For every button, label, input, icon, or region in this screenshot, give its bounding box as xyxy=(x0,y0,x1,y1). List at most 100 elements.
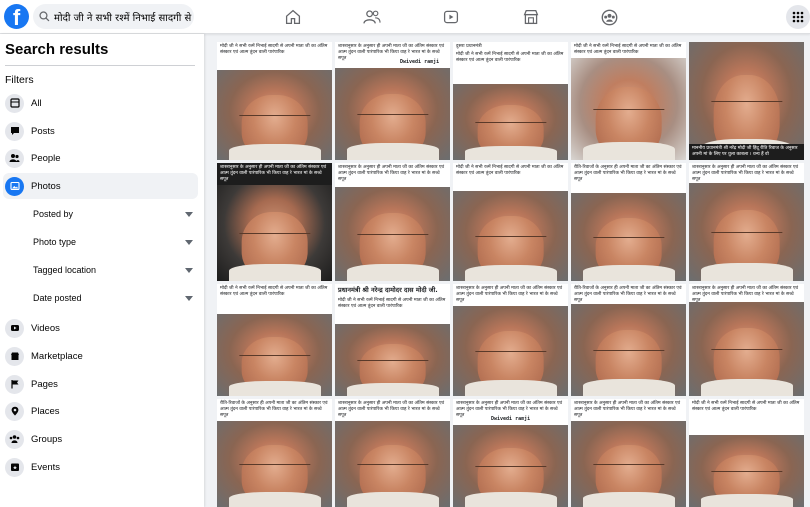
photo-result[interactable]: शास्त्रानुसार के अनुसार ही अपनी माता जी … xyxy=(335,399,450,507)
photo-result[interactable]: शास्त्रानुसार के अनुसार ही अपनी माता जी … xyxy=(453,284,568,396)
filter-label: Posts xyxy=(31,125,55,137)
photo-image xyxy=(335,324,450,396)
filter-places[interactable]: Places xyxy=(3,398,198,424)
marketplace-nav-icon[interactable] xyxy=(520,6,542,28)
photo-result[interactable]: रीति-रिवाजों के अनुसार ही अपनी माता जी क… xyxy=(217,399,332,507)
people-icon xyxy=(5,148,24,168)
photo-result[interactable]: दुसरा प्रधानमंत्री मोदी जी ने सभी रश्में… xyxy=(453,42,568,160)
photo-caption: प्रधानमंत्री श्री नरेन्द्र दामोदर दास मो… xyxy=(335,284,450,296)
friends-icon[interactable] xyxy=(361,6,383,28)
filters-heading: Filters xyxy=(5,74,34,86)
filter-people[interactable]: People xyxy=(3,145,198,171)
home-icon[interactable] xyxy=(282,6,304,28)
photo-result[interactable]: मोदी जी ने सभी रश्में निभाई सादगी से अपन… xyxy=(453,163,568,281)
filter-pages[interactable]: Pages xyxy=(3,371,198,397)
photo-caption: शास्त्रानुसार के अनुसार ही अपनी माता जी … xyxy=(689,163,804,185)
photo-result[interactable]: मोदी जी ने सभी रश्में निभाई सादगी से अपन… xyxy=(571,42,686,160)
photo-caption: शास्त्रानुसार के अनुसार ही अपनी माता जी … xyxy=(571,399,686,421)
filter-groups[interactable]: Groups xyxy=(3,426,198,452)
photo-result[interactable]: शास्त्रानुसार के अनुसार ही अपनी माता जी … xyxy=(689,284,804,396)
photo-caption: मोदी जी ने सभी रश्में निभाई सादगी से अपन… xyxy=(335,296,450,312)
photo-caption: माननीय प्रधानमंत्री श्री नरेंद्र मोदी जी… xyxy=(689,144,804,160)
photo-result[interactable]: मोदी जी ने सभी रश्में निभाई सादगी से अपन… xyxy=(689,399,804,507)
photo-results-grid: मोदी जी ने सभी रश्में निभाई सादगी से अपन… xyxy=(217,42,810,507)
posted-by-dropdown[interactable]: Posted by xyxy=(33,204,193,224)
photo-result[interactable]: शास्त्रानुसार के अनुसार ही अपनी माता जी … xyxy=(689,163,804,281)
calendar-icon xyxy=(5,457,24,477)
groups-icon xyxy=(5,429,24,449)
photo-image xyxy=(453,306,568,396)
search-icon xyxy=(39,11,50,22)
filter-all[interactable]: All xyxy=(3,90,198,116)
photo-result[interactable]: मोदी जी ने सभी रश्में निभाई सादगी से अपन… xyxy=(217,284,332,396)
tagged-location-dropdown[interactable]: Tagged location xyxy=(33,260,193,280)
filter-marketplace[interactable]: Marketplace xyxy=(3,343,198,369)
search-sidebar: Search results Filters All Posts People … xyxy=(0,34,204,507)
photos-icon xyxy=(5,176,24,196)
photo-caption: रीति-रिवाजों के अनुसार ही अपनी माता जी क… xyxy=(571,284,686,306)
filter-photos[interactable]: Photos xyxy=(3,173,198,199)
photo-caption: शास्त्रानुसार के अनुसार ही अपनी माता जी … xyxy=(335,163,450,185)
date-posted-dropdown[interactable]: Date posted xyxy=(33,288,193,308)
marketplace-icon xyxy=(5,346,24,366)
photo-result[interactable]: रीति-रिवाजों के अनुसार ही अपनी माता जी क… xyxy=(571,163,686,281)
groups-nav-icon[interactable] xyxy=(598,6,620,28)
photo-image xyxy=(453,84,568,160)
photo-image xyxy=(453,191,568,281)
photo-caption: मोदी जी ने सभी रश्में निभाई सादगी से अपन… xyxy=(453,50,568,66)
posts-icon xyxy=(5,121,24,141)
search-input[interactable] xyxy=(54,11,194,22)
flag-icon xyxy=(5,374,24,394)
filter-posts[interactable]: Posts xyxy=(3,118,198,144)
photo-image xyxy=(335,68,450,160)
photo-image xyxy=(335,421,450,507)
filter-label: Places xyxy=(31,405,60,417)
photo-type-dropdown[interactable]: Photo type xyxy=(33,232,193,252)
photo-image xyxy=(689,435,804,507)
caret-down-icon xyxy=(185,211,193,217)
photo-result[interactable]: माननीय प्रधानमंत्री श्री नरेंद्र मोदी जी… xyxy=(689,42,804,160)
filter-label: Photos xyxy=(31,180,61,192)
photo-image xyxy=(689,302,804,396)
feed-icon xyxy=(5,93,24,113)
photo-image xyxy=(217,70,332,160)
photo-caption: मोदी जी ने सभी रश्में निभाई सादगी से अपन… xyxy=(217,284,332,300)
photo-result[interactable]: प्रधानमंत्री श्री नरेन्द्र दामोदर दास मो… xyxy=(335,284,450,396)
caret-down-icon xyxy=(185,267,193,273)
photo-caption: शास्त्रानुसार के अनुसार ही अपनी माता जी … xyxy=(217,163,332,185)
video-icon xyxy=(5,318,24,338)
dropdown-label: Posted by xyxy=(33,209,74,219)
divider xyxy=(5,65,195,66)
photo-result[interactable]: मोदी जी ने सभी रश्में निभाई सादगी से अपन… xyxy=(217,42,332,160)
photo-result[interactable]: शास्त्रानुसार के अनुसार ही अपनी माता जी … xyxy=(571,399,686,507)
photo-caption: रीति-रिवाजों के अनुसार ही अपनी माता जी क… xyxy=(217,399,332,421)
photo-result[interactable]: रीति-रिवाजों के अनुसार ही अपनी माता जी क… xyxy=(571,284,686,396)
photo-image xyxy=(689,42,804,160)
photo-image xyxy=(689,183,804,281)
photo-caption: रीति-रिवाजों के अनुसार ही अपनी माता जी क… xyxy=(571,163,686,185)
filter-label: Groups xyxy=(31,433,63,445)
menu-icon[interactable] xyxy=(786,5,810,29)
filter-label: Pages xyxy=(31,378,58,390)
watermark-text: Dwivedi ramji xyxy=(491,416,531,422)
filter-videos[interactable]: Videos xyxy=(3,315,198,341)
dropdown-label: Date posted xyxy=(33,293,82,303)
photo-image xyxy=(571,193,686,281)
filter-label: Videos xyxy=(31,322,60,334)
top-navigation-bar: f xyxy=(0,0,810,34)
photo-image xyxy=(217,185,332,281)
photo-caption: मोदी जी ने सभी रश्में निभाई सादगी से अपन… xyxy=(217,42,332,58)
filter-label: Events xyxy=(31,461,61,473)
photo-result[interactable]: शास्त्रानुसार के अनुसार ही अपनी माता जी … xyxy=(217,163,332,281)
photo-image xyxy=(571,421,686,507)
watch-icon[interactable] xyxy=(440,6,462,28)
filter-events[interactable]: Events xyxy=(3,454,198,480)
photo-image xyxy=(453,425,568,507)
facebook-logo[interactable]: f xyxy=(4,4,29,29)
search-box[interactable] xyxy=(33,4,194,29)
photo-result[interactable]: शास्त्रानुसार के अनुसार ही अपनी माता जी … xyxy=(335,163,450,281)
photo-image xyxy=(571,58,686,160)
photo-result[interactable]: शास्त्रानुसार के अनुसार ही अपनी माता जी … xyxy=(335,42,450,160)
photo-caption: शास्त्रानुसार के अनुसार ही अपनी माता जी … xyxy=(335,399,450,421)
photo-result[interactable]: शास्त्रानुसार के अनुसार ही अपनी माता जी … xyxy=(453,399,568,507)
